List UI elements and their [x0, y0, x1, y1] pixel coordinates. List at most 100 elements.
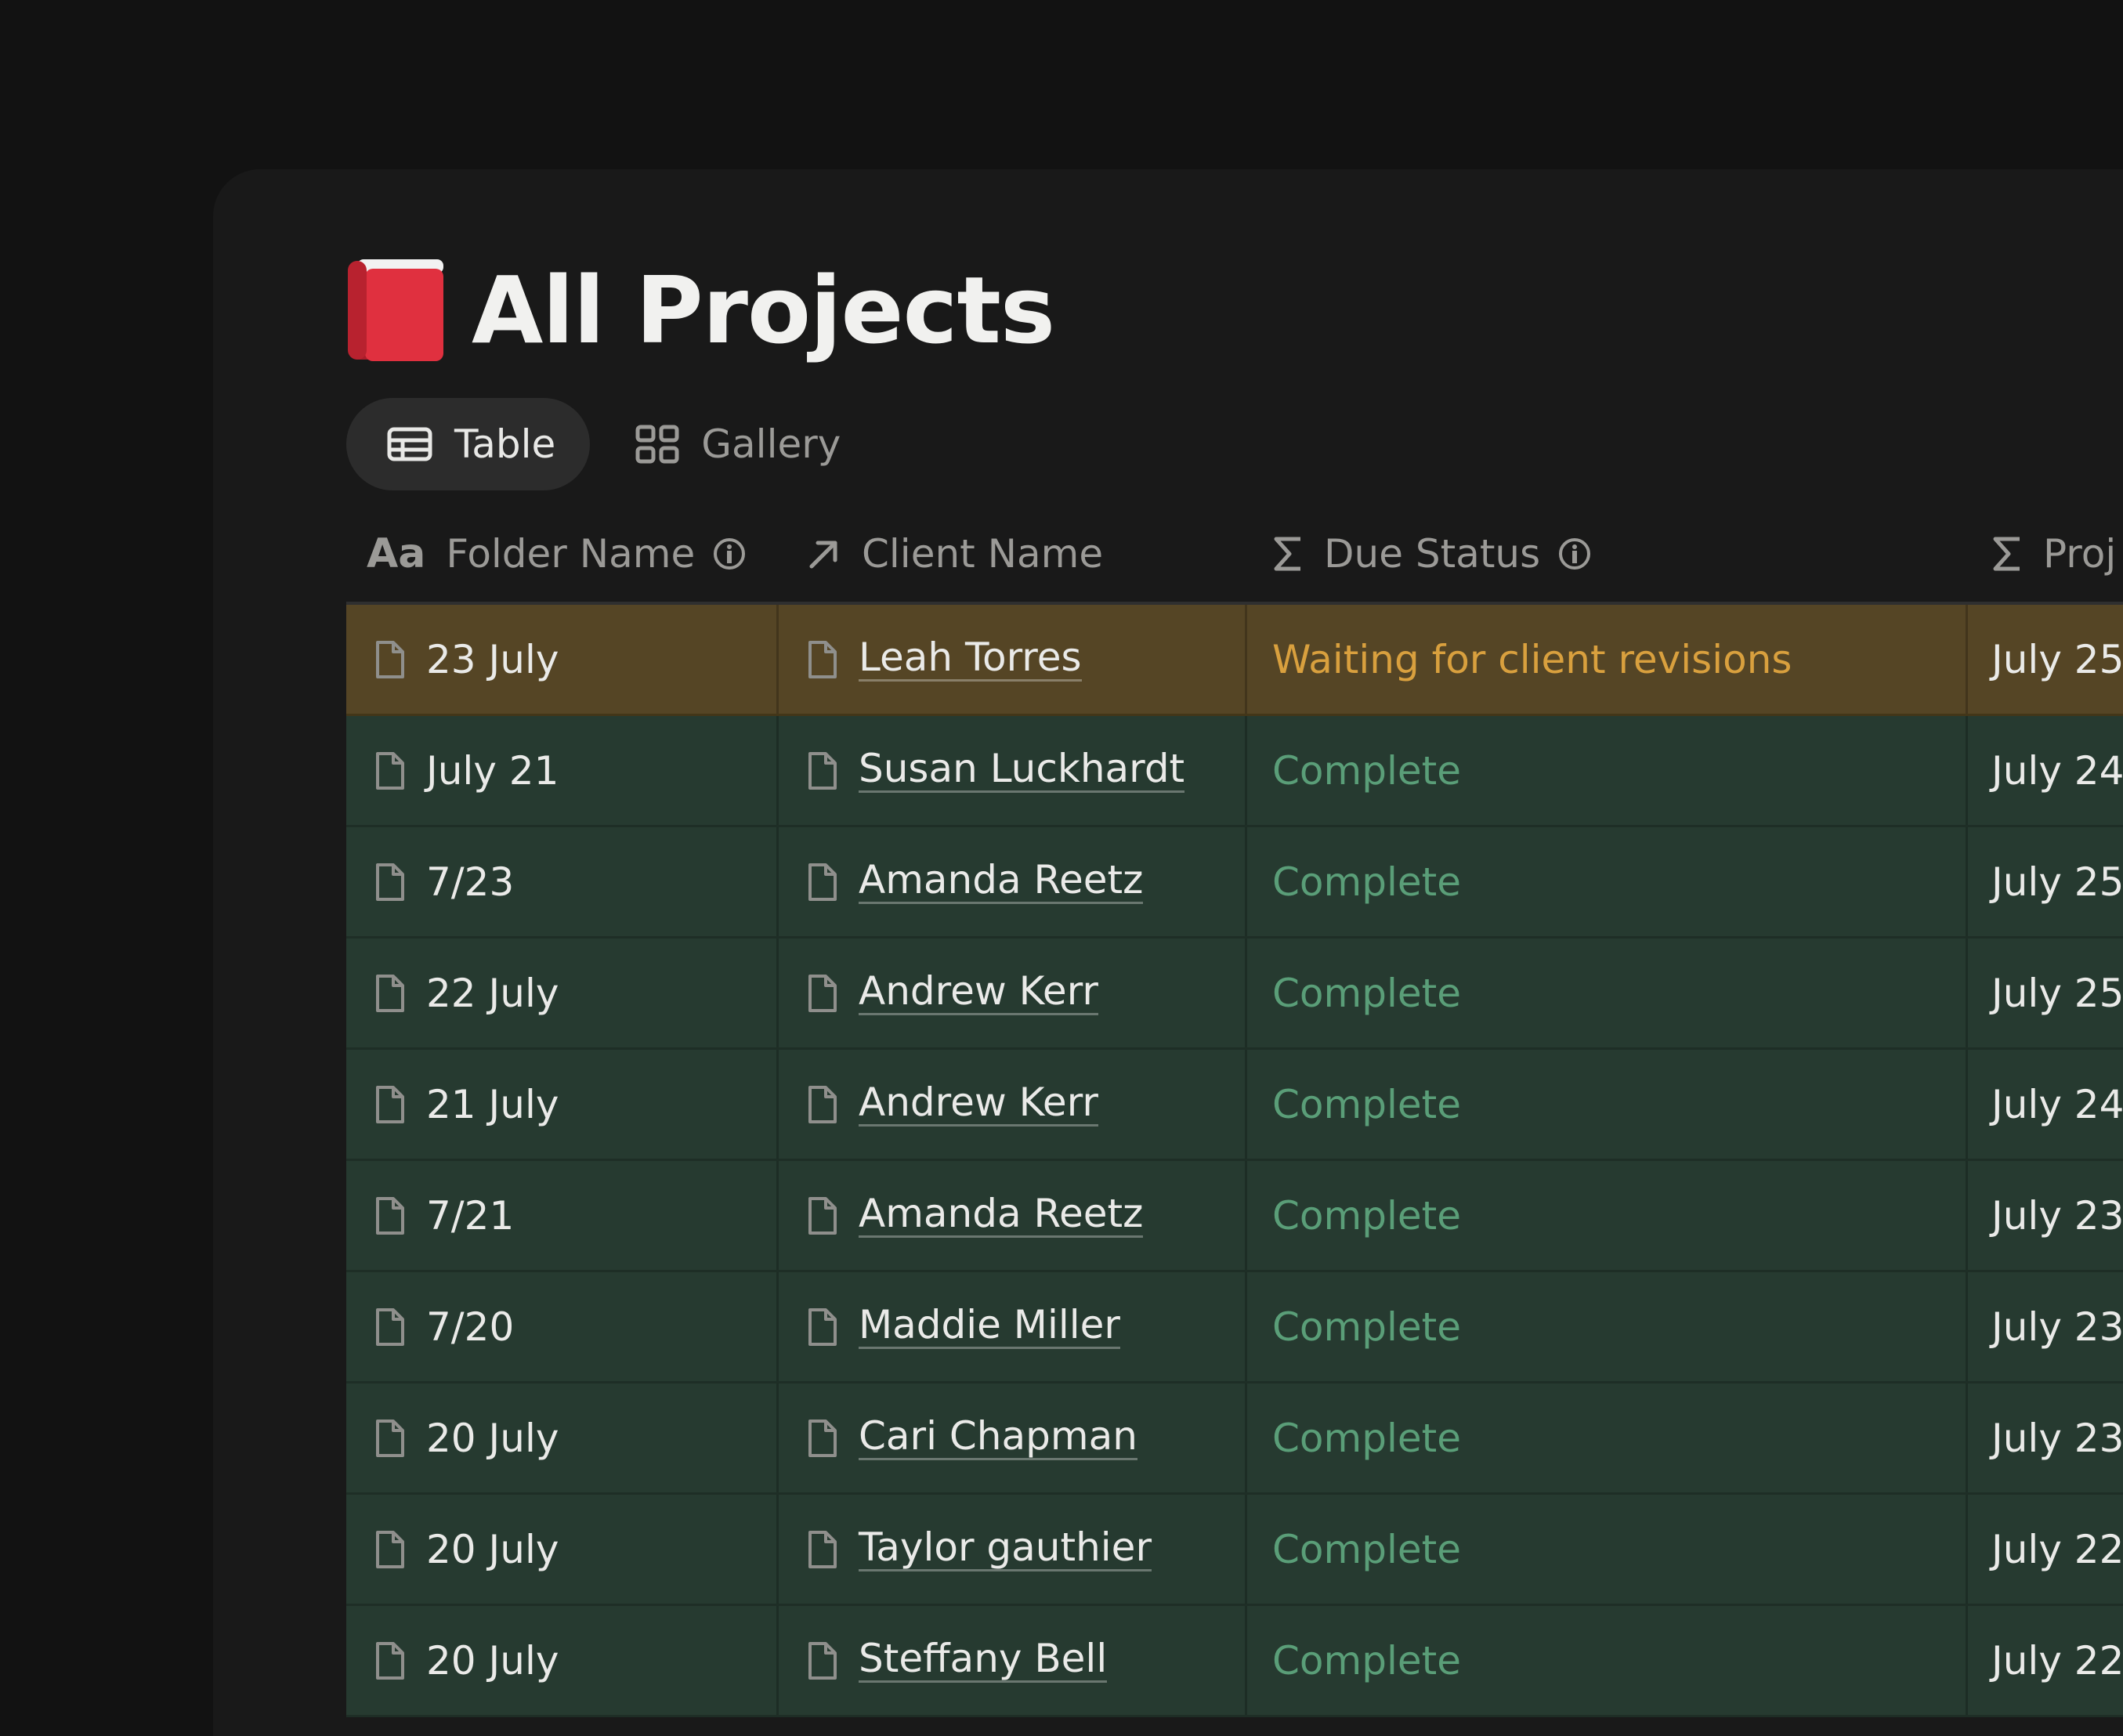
- page-icon: [374, 1084, 406, 1125]
- due-status-cell[interactable]: Complete: [1247, 827, 1968, 936]
- page-icon: [807, 973, 838, 1014]
- due-status-cell[interactable]: Waiting for client revisions: [1247, 605, 1968, 714]
- folder-name: 20 July: [426, 1415, 559, 1461]
- column-label: Proj: [2043, 531, 2117, 577]
- info-icon[interactable]: [712, 537, 747, 571]
- relation-arrow-icon: [807, 537, 841, 571]
- client-name-cell[interactable]: Andrew Kerr: [779, 939, 1247, 1047]
- folder-name-cell[interactable]: 7/23: [346, 827, 779, 936]
- view-tabs: Table Gallery: [346, 398, 880, 490]
- table-row[interactable]: 22 July Andrew Kerr Complete July 25,: [346, 939, 2123, 1050]
- project-date-cell[interactable]: July 22,: [1968, 1606, 2123, 1715]
- red-book-icon[interactable]: [346, 258, 445, 363]
- due-status-value: Complete: [1272, 1081, 1461, 1127]
- page-icon: [374, 973, 406, 1014]
- project-date-cell[interactable]: July 24,: [1968, 716, 2123, 825]
- project-date-cell[interactable]: July 23,: [1968, 1383, 2123, 1492]
- client-name-cell[interactable]: Maddie Miller: [779, 1272, 1247, 1381]
- folder-name-cell[interactable]: 22 July: [346, 939, 779, 1047]
- client-name-link[interactable]: Andrew Kerr: [859, 971, 1098, 1016]
- table-header: Aa Folder Name Client Name Due Status Pr…: [346, 506, 2123, 605]
- page-icon: [374, 1529, 406, 1570]
- project-date-cell[interactable]: July 24,: [1968, 1050, 2123, 1159]
- page-icon: [807, 1084, 838, 1125]
- tab-table-label: Table: [454, 421, 556, 467]
- due-status-cell[interactable]: Complete: [1247, 1606, 1968, 1715]
- column-header-client-name[interactable]: Client Name: [779, 506, 1247, 602]
- page-icon: [374, 1418, 406, 1459]
- client-name-link[interactable]: Steffany Bell: [859, 1638, 1108, 1684]
- column-label: Client Name: [862, 531, 1104, 577]
- page-icon: [807, 1529, 838, 1570]
- client-name-cell[interactable]: Susan Luckhardt: [779, 716, 1247, 825]
- folder-name-cell[interactable]: July 21: [346, 716, 779, 825]
- project-date-cell[interactable]: July 25,: [1968, 939, 2123, 1047]
- project-date-cell[interactable]: July 23,: [1968, 1161, 2123, 1270]
- due-status-value: Complete: [1272, 747, 1461, 794]
- due-status-cell[interactable]: Complete: [1247, 1495, 1968, 1604]
- project-date-cell[interactable]: July 22,: [1968, 1495, 2123, 1604]
- client-name-cell[interactable]: Amanda Reetz: [779, 1161, 1247, 1270]
- sigma-icon: [1272, 534, 1304, 573]
- folder-name-cell[interactable]: 23 July: [346, 605, 779, 714]
- tab-gallery[interactable]: Gallery: [595, 398, 875, 490]
- project-date-value: July 22,: [1991, 1526, 2123, 1572]
- page-icon: [374, 1195, 406, 1236]
- table-row[interactable]: 23 July Leah Torres Waiting for client r…: [346, 605, 2123, 716]
- client-name-link[interactable]: Andrew Kerr: [859, 1082, 1098, 1127]
- due-status-value: Complete: [1272, 859, 1461, 905]
- due-status-cell[interactable]: Complete: [1247, 1050, 1968, 1159]
- client-name-cell[interactable]: Taylor gauthier: [779, 1495, 1247, 1604]
- column-header-folder-name[interactable]: Aa Folder Name: [346, 506, 779, 602]
- table-row[interactable]: 20 July Steffany Bell Complete July 22,: [346, 1606, 2123, 1717]
- table-row[interactable]: 21 July Andrew Kerr Complete July 24,: [346, 1050, 2123, 1161]
- client-name-cell[interactable]: Amanda Reetz: [779, 827, 1247, 936]
- page-icon: [807, 1195, 838, 1236]
- page-icon: [374, 862, 406, 902]
- folder-name-cell[interactable]: 20 July: [346, 1495, 779, 1604]
- table-row[interactable]: 20 July Cari Chapman Complete July 23,: [346, 1383, 2123, 1495]
- folder-name-cell[interactable]: 21 July: [346, 1050, 779, 1159]
- folder-name: 21 July: [426, 1081, 559, 1127]
- column-header-due-status[interactable]: Due Status: [1247, 506, 1968, 602]
- due-status-value: Complete: [1272, 1192, 1461, 1239]
- tab-gallery-label: Gallery: [701, 421, 841, 467]
- client-name-link[interactable]: Cari Chapman: [859, 1416, 1137, 1461]
- client-name-link[interactable]: Taylor gauthier: [859, 1527, 1152, 1572]
- page-icon: [374, 1307, 406, 1347]
- table-row[interactable]: July 21 Susan Luckhardt Complete July 24…: [346, 716, 2123, 827]
- client-name-link[interactable]: Leah Torres: [859, 637, 1082, 682]
- due-status-cell[interactable]: Complete: [1247, 939, 1968, 1047]
- page-title: All Projects: [472, 256, 1055, 364]
- folder-name-cell[interactable]: 20 July: [346, 1606, 779, 1715]
- client-name-link[interactable]: Amanda Reetz: [859, 859, 1144, 905]
- client-name-link[interactable]: Amanda Reetz: [859, 1193, 1144, 1239]
- client-name-cell[interactable]: Steffany Bell: [779, 1606, 1247, 1715]
- folder-name-cell[interactable]: 20 July: [346, 1383, 779, 1492]
- project-date-cell[interactable]: July 23,: [1968, 1272, 2123, 1381]
- folder-name-cell[interactable]: 7/20: [346, 1272, 779, 1381]
- folder-name-cell[interactable]: 7/21: [346, 1161, 779, 1270]
- table-row[interactable]: 20 July Taylor gauthier Complete July 22…: [346, 1495, 2123, 1606]
- client-name-cell[interactable]: Leah Torres: [779, 605, 1247, 714]
- column-header-project-date[interactable]: Proj: [1968, 506, 2123, 602]
- tab-table[interactable]: Table: [346, 398, 591, 490]
- folder-name: July 21: [426, 747, 559, 794]
- due-status-cell[interactable]: Complete: [1247, 716, 1968, 825]
- client-name-link[interactable]: Susan Luckhardt: [859, 748, 1185, 794]
- due-status-value: Complete: [1272, 1637, 1461, 1684]
- due-status-cell[interactable]: Complete: [1247, 1383, 1968, 1492]
- table-row[interactable]: 7/21 Amanda Reetz Complete July 23,: [346, 1161, 2123, 1272]
- client-name-cell[interactable]: Cari Chapman: [779, 1383, 1247, 1492]
- project-date-cell[interactable]: July 25,: [1968, 605, 2123, 714]
- page-icon: [807, 639, 838, 680]
- folder-name: 7/23: [426, 859, 515, 905]
- due-status-cell[interactable]: Complete: [1247, 1272, 1968, 1381]
- table-row[interactable]: 7/23 Amanda Reetz Complete July 25,: [346, 827, 2123, 939]
- due-status-cell[interactable]: Complete: [1247, 1161, 1968, 1270]
- project-date-cell[interactable]: July 25,: [1968, 827, 2123, 936]
- client-name-link[interactable]: Maddie Miller: [859, 1304, 1120, 1350]
- info-icon[interactable]: [1557, 537, 1592, 571]
- table-row[interactable]: 7/20 Maddie Miller Complete July 23,: [346, 1272, 2123, 1383]
- client-name-cell[interactable]: Andrew Kerr: [779, 1050, 1247, 1159]
